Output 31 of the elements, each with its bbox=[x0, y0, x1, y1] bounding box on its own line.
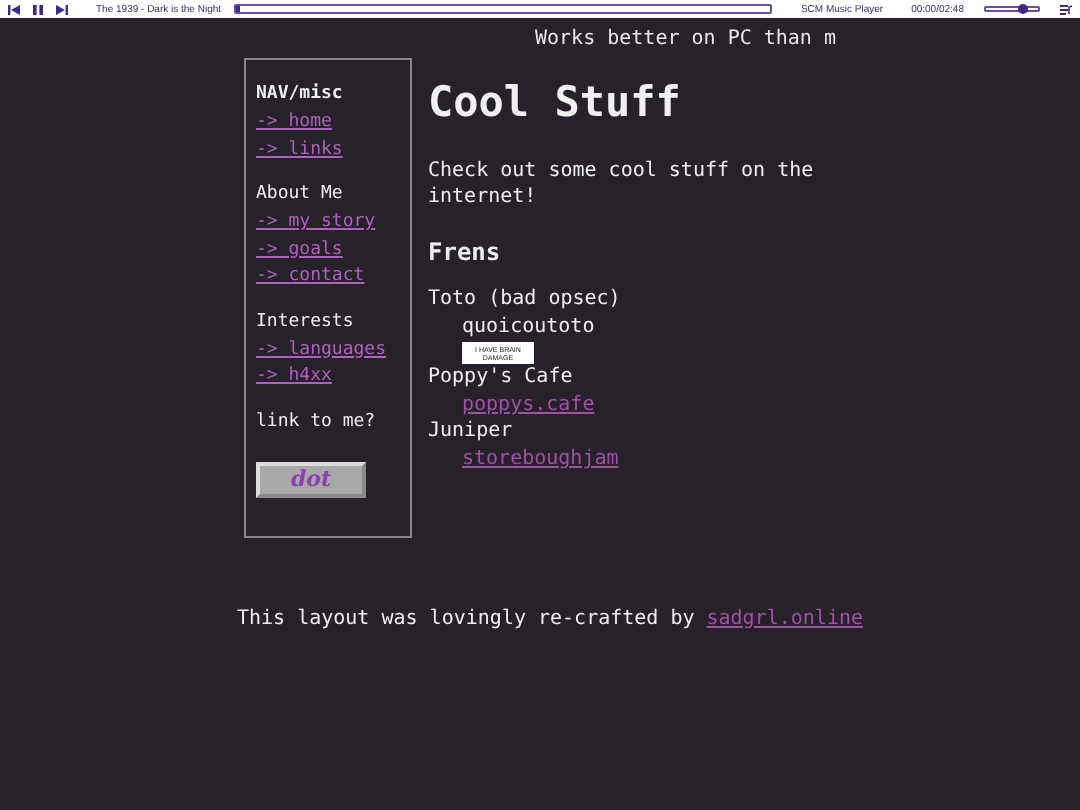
footer-link[interactable]: sadgrl.online bbox=[706, 608, 864, 630]
sidebar-link[interactable]: -> languages bbox=[256, 337, 410, 364]
volume-slider[interactable] bbox=[984, 6, 1040, 12]
sidebar-heading: Interests bbox=[256, 311, 356, 331]
fren-link[interactable]: storeboughjam bbox=[462, 446, 619, 472]
fren-name: Poppy's Cafe bbox=[428, 364, 575, 392]
intro-text: Check out some cool stuff on the internet! bbox=[428, 158, 816, 210]
sidebar-link[interactable]: -> home bbox=[256, 110, 410, 137]
link-prompt: link to me? bbox=[256, 411, 378, 431]
pause-icon[interactable] bbox=[32, 3, 44, 15]
page-title: Cool Stuff bbox=[428, 78, 683, 126]
previous-icon[interactable] bbox=[8, 3, 20, 15]
link-badge-button[interactable]: dot bbox=[256, 461, 366, 497]
fren-name: Toto (bad opsec) bbox=[428, 286, 623, 314]
sidebar-heading: About Me bbox=[256, 184, 345, 204]
fren-handle: quoicoutoto bbox=[462, 314, 597, 342]
sidebar-heading: NAV/misc bbox=[256, 84, 345, 104]
sidebar-link[interactable]: -> contact bbox=[256, 264, 410, 291]
sidebar-link[interactable]: -> h4xx bbox=[256, 364, 410, 391]
footer-text: This layout was lovingly re-crafted by bbox=[236, 608, 695, 630]
marquee-text: Works better on PC than m bbox=[534, 28, 836, 50]
sidebar-link[interactable]: -> links bbox=[256, 137, 410, 164]
progress-bar[interactable] bbox=[233, 4, 773, 14]
volume-thumb[interactable] bbox=[1018, 4, 1029, 14]
playlist-icon[interactable] bbox=[1060, 3, 1072, 15]
fren-link[interactable]: poppys.cafe bbox=[462, 392, 595, 418]
sidebar-link[interactable]: -> goals bbox=[256, 237, 410, 264]
fren-name: Juniper bbox=[428, 418, 515, 446]
sidebar-link[interactable]: -> my story bbox=[256, 210, 410, 237]
section-heading: Frens bbox=[428, 238, 503, 266]
next-icon[interactable] bbox=[56, 3, 68, 15]
